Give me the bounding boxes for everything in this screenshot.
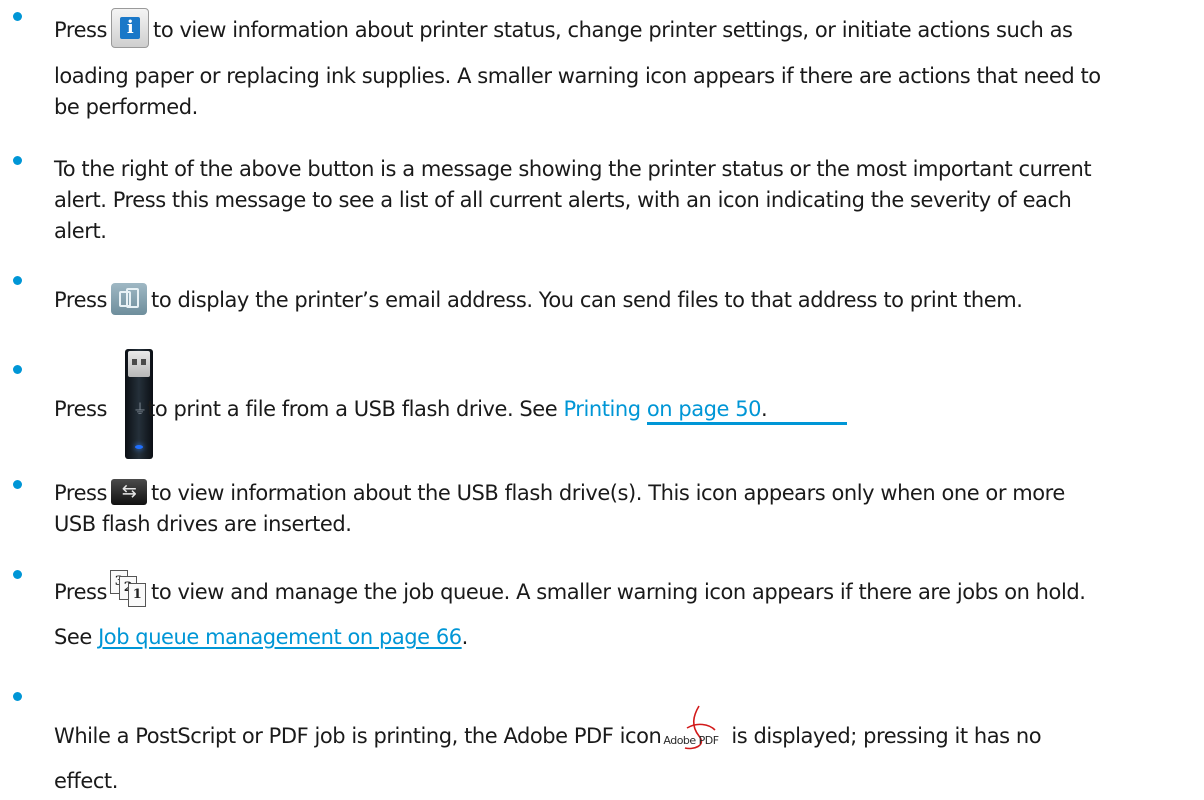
item-text: loading paper or replacing ink supplies.… xyxy=(54,64,1101,88)
item-text: to print a file from a USB flash drive. … xyxy=(147,397,558,421)
item-text: Press xyxy=(54,481,108,505)
item-text: is displayed; pressing it has no xyxy=(731,724,1042,748)
bullet xyxy=(13,276,22,285)
item-text: be performed. xyxy=(54,95,198,119)
link-job-queue-management[interactable]: Job queue management on page 66 xyxy=(98,625,462,649)
item-text: effect. xyxy=(54,769,118,793)
info-icon[interactable]: i xyxy=(111,8,150,48)
item-text: to view information about printer status… xyxy=(153,18,1073,42)
item-text: alert. xyxy=(54,219,107,243)
item-text: alert. Press this message to see a list … xyxy=(54,188,1072,212)
bullet xyxy=(13,365,22,374)
item-text: Press xyxy=(54,580,108,604)
item-text: to view information about the USB flash … xyxy=(151,481,1065,505)
item-text: to view and manage the job queue. A smal… xyxy=(151,580,1086,604)
item-text: While a PostScript or PDF job is printin… xyxy=(54,724,662,748)
bullet xyxy=(13,156,22,165)
item-text: Press xyxy=(54,397,108,421)
item-text: To the right of the above button is a me… xyxy=(54,157,1092,181)
bullet xyxy=(13,480,22,489)
job-queue-icon[interactable]: 321 xyxy=(110,570,148,608)
item-text: See xyxy=(54,625,92,649)
item-text: Press xyxy=(54,18,108,42)
email-icon[interactable] xyxy=(111,283,148,315)
link-printing[interactable]: Printing on page 50 xyxy=(563,397,761,421)
link-underline xyxy=(647,422,847,425)
item-text: USB flash drives are inserted. xyxy=(54,512,352,536)
adobe-pdf-icon[interactable]: Adobe PDF xyxy=(663,705,727,750)
usb-icon[interactable]: ⇆ xyxy=(111,479,148,505)
item-text: Press xyxy=(54,288,108,312)
item-text: to display the printer’s email address. … xyxy=(151,288,1023,312)
bullet xyxy=(13,12,22,21)
bullet xyxy=(13,692,22,701)
bullet xyxy=(13,570,22,579)
